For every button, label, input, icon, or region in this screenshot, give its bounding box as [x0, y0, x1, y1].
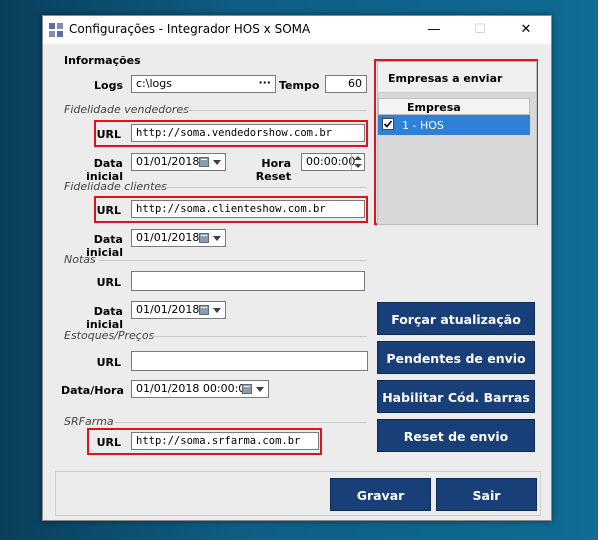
estoques-datetime-picker[interactable]: 01/01/2018 00:00:00 [131, 380, 269, 398]
group-divider [99, 260, 367, 261]
notas-title: Notas [64, 253, 96, 266]
browse-button[interactable]: ··· [258, 77, 271, 89]
empresas-grid-header: Empresa [378, 98, 530, 115]
row-checkbox[interactable] [382, 118, 394, 130]
habilitar-cod-barras-button[interactable]: Habilitar Cód. Barras [377, 380, 535, 413]
chevron-down-icon [256, 387, 264, 392]
url-label: URL [96, 204, 121, 217]
vendedores-date-value: 01/01/2018 [136, 155, 200, 168]
hora-reset-input[interactable]: 00:00:00 [301, 153, 365, 171]
forcar-atualizacao-button[interactable]: Forçar atualização [377, 302, 535, 335]
config-window: Configurações - Integrador HOS x SOMA — … [42, 15, 552, 521]
estoques-title: Estoques/Preços [64, 329, 155, 342]
srfarma-title: SRFarma [64, 415, 114, 428]
sair-button[interactable]: Sair [436, 478, 537, 511]
window-title: Configurações - Integrador HOS x SOMA [69, 22, 311, 36]
vendedores-url-input[interactable]: http://soma.vendedorshow.com.br [131, 124, 365, 142]
srfarma-url-input[interactable]: http://soma.srfarma.com.br [131, 432, 319, 450]
title-bar[interactable]: Configurações - Integrador HOS x SOMA — … [43, 16, 551, 44]
reset-envio-button[interactable]: Reset de envio [377, 419, 535, 452]
table-row[interactable]: 1 - HOS [378, 115, 530, 135]
data-hora-label: Data/Hora [61, 384, 124, 397]
date-dropdown[interactable] [197, 230, 225, 246]
chevron-down-icon [213, 160, 221, 165]
group-divider [161, 187, 367, 188]
url-label: URL [96, 276, 121, 289]
informacoes-heading: Informações [64, 54, 141, 67]
hora-reset-value: 00:00:00 [306, 155, 356, 168]
empresas-panel: Empresas a enviar Empresa 1 - HOS [377, 61, 537, 225]
group-divider [115, 422, 367, 423]
vendedores-date-picker[interactable]: 01/01/2018 [131, 153, 226, 171]
calendar-icon [199, 233, 209, 243]
estoques-url-input[interactable] [131, 351, 368, 371]
fidelidade-vendedores-title: Fidelidade vendedores [64, 103, 189, 116]
close-button[interactable]: ✕ [503, 16, 549, 44]
pendentes-envio-button[interactable]: Pendentes de envio [377, 341, 535, 374]
tempo-label: Tempo [279, 79, 320, 92]
row-empresa-name: 1 - HOS [402, 119, 444, 132]
notas-date-value: 01/01/2018 [136, 303, 200, 316]
logs-input[interactable]: c:\logs ··· [131, 75, 276, 93]
group-divider [149, 336, 367, 337]
calendar-icon [199, 305, 209, 315]
date-dropdown[interactable] [240, 381, 268, 397]
url-label: URL [96, 436, 121, 449]
clientes-url-input[interactable]: http://soma.clienteshow.com.br [131, 200, 365, 218]
notas-date-picker[interactable]: 01/01/2018 [131, 301, 226, 319]
column-header-empresa[interactable]: Empresa [407, 101, 461, 114]
tempo-input[interactable]: 60 [325, 75, 367, 93]
hora-reset-label: Hora Reset [255, 157, 291, 183]
date-dropdown[interactable] [197, 154, 225, 170]
url-label: URL [96, 128, 121, 141]
calendar-icon [242, 384, 252, 394]
notas-url-input[interactable] [131, 271, 365, 291]
logs-value: c:\logs [136, 77, 172, 90]
time-spinner[interactable] [351, 154, 364, 170]
chevron-down-icon [213, 236, 221, 241]
empresas-heading: Empresas a enviar [388, 72, 503, 85]
clientes-date-picker[interactable]: 01/01/2018 [131, 229, 226, 247]
url-label: URL [96, 356, 121, 369]
spinner-up-icon[interactable] [354, 156, 362, 160]
empresas-header: Empresas a enviar [378, 62, 536, 93]
date-dropdown[interactable] [197, 302, 225, 318]
clientes-date-value: 01/01/2018 [136, 231, 200, 244]
maximize-button: ☐ [474, 22, 486, 37]
spinner-down-icon[interactable] [354, 164, 362, 168]
check-icon [383, 120, 393, 128]
fidelidade-clientes-title: Fidelidade clientes [64, 180, 167, 193]
gravar-button[interactable]: Gravar [330, 478, 431, 511]
chevron-down-icon [213, 308, 221, 313]
calendar-icon [199, 157, 209, 167]
minimize-button[interactable]: — [411, 16, 457, 44]
group-divider [181, 110, 367, 111]
data-inicial-label: Data inicial [86, 305, 123, 331]
estoques-datetime-value: 01/01/2018 00:00:00 [136, 382, 253, 395]
logs-label: Logs [94, 79, 123, 92]
app-icon [49, 23, 63, 37]
